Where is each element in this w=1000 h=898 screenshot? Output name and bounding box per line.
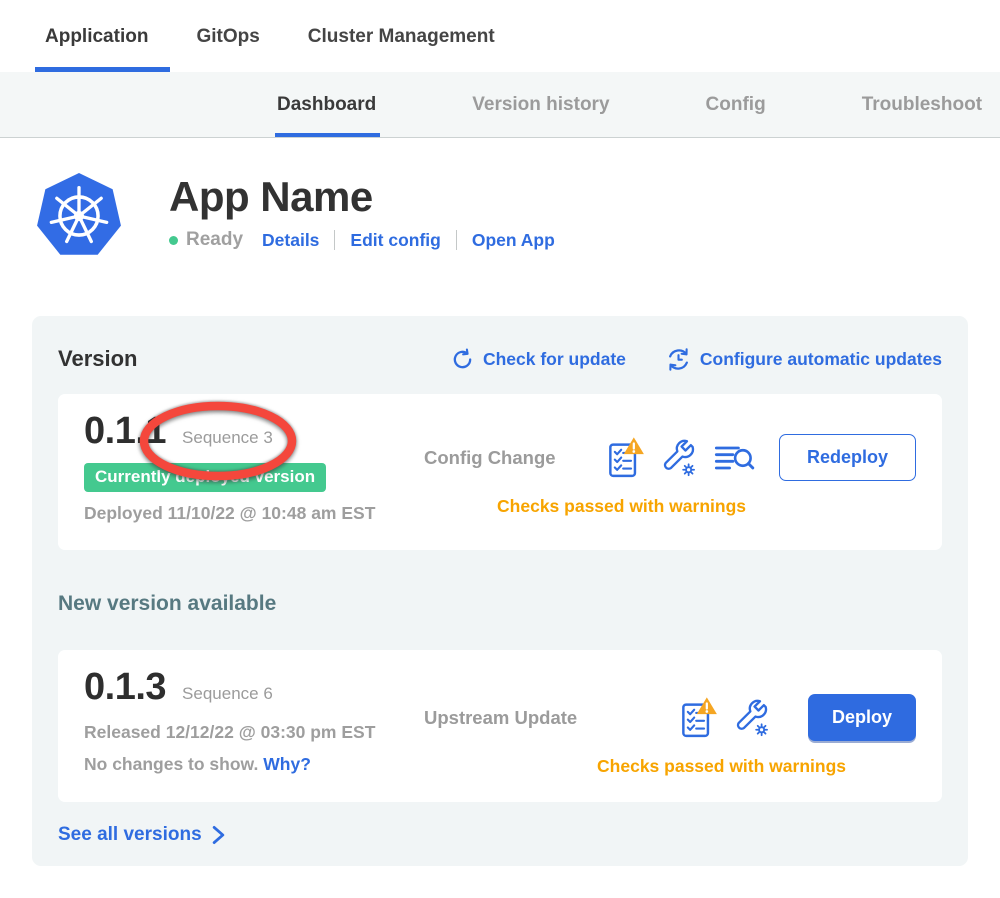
- top-nav: Application GitOps Cluster Management: [0, 0, 1000, 72]
- no-changes-line: No changes to show. Why?: [84, 754, 424, 775]
- edit-config-wrench-icon[interactable]: [732, 698, 770, 738]
- version-panel-header: Version Check for update: [58, 346, 942, 372]
- top-tab-cluster-management[interactable]: Cluster Management: [308, 26, 495, 72]
- change-type-label: Config Change: [424, 447, 556, 469]
- why-link[interactable]: Why?: [263, 754, 311, 774]
- deployed-timestamp: Deployed 11/10/22 @ 10:48 am EST: [84, 503, 424, 524]
- auto-update-icon: [666, 347, 691, 372]
- open-app-link[interactable]: Open App: [472, 230, 555, 251]
- divider: [334, 230, 335, 250]
- details-link[interactable]: Details: [262, 230, 319, 251]
- app-status-row: Ready Details Edit config Open App: [169, 229, 555, 251]
- kubernetes-logo-icon: [35, 172, 123, 260]
- version-panel-title: Version: [58, 346, 137, 372]
- new-version-heading: New version available: [58, 592, 942, 616]
- current-version-number: 0.1.1: [84, 412, 166, 452]
- redeploy-button[interactable]: Redeploy: [779, 434, 916, 481]
- divider: [456, 230, 457, 250]
- page: Application GitOps Cluster Management Da…: [0, 0, 1000, 898]
- view-logs-icon[interactable]: [713, 441, 755, 475]
- deploy-button[interactable]: Deploy: [808, 694, 916, 741]
- next-sequence-label: Sequence 6: [182, 684, 273, 704]
- top-tab-application[interactable]: Application: [45, 26, 148, 72]
- check-for-update-link[interactable]: Check for update: [451, 348, 626, 371]
- tab-version-history[interactable]: Version history: [472, 94, 609, 137]
- next-version-number: 0.1.3: [84, 668, 166, 708]
- sub-nav: Dashboard Version history Config Trouble…: [0, 72, 1000, 138]
- change-type-label: Upstream Update: [424, 707, 577, 729]
- current-version-card: 0.1.1 Sequence 3 Currently deployed vers…: [58, 394, 942, 550]
- new-version-card: 0.1.3 Sequence 6 Released 12/12/22 @ 03:…: [58, 650, 942, 802]
- app-name-title: App Name: [169, 174, 555, 220]
- app-status-text: Ready: [186, 229, 243, 251]
- edit-config-wrench-icon[interactable]: [659, 438, 697, 478]
- top-tab-gitops[interactable]: GitOps: [196, 26, 259, 72]
- currently-deployed-badge: Currently deployed version: [84, 463, 326, 492]
- see-all-versions-link[interactable]: See all versions: [58, 824, 942, 846]
- ready-status-dot-icon: [169, 236, 178, 245]
- current-sequence-label: Sequence 3: [182, 428, 273, 447]
- tab-config[interactable]: Config: [706, 94, 766, 137]
- preflight-checks-icon[interactable]: [680, 696, 718, 740]
- checks-warning-text[interactable]: Checks passed with warnings: [597, 756, 846, 777]
- preflight-checks-icon[interactable]: [607, 436, 645, 480]
- tab-troubleshoot[interactable]: Troubleshoot: [862, 94, 982, 137]
- configure-automatic-updates-link[interactable]: Configure automatic updates: [666, 347, 942, 372]
- released-timestamp: Released 12/12/22 @ 03:30 pm EST: [84, 722, 424, 743]
- version-panel: Version Check for update: [32, 316, 968, 866]
- refresh-icon: [451, 348, 474, 371]
- checks-warning-text[interactable]: Checks passed with warnings: [497, 496, 746, 517]
- app-header: App Name Ready Details Edit config Open …: [35, 172, 1000, 268]
- chevron-right-icon: [212, 825, 225, 845]
- edit-config-link[interactable]: Edit config: [350, 230, 440, 251]
- tab-dashboard[interactable]: Dashboard: [277, 94, 376, 137]
